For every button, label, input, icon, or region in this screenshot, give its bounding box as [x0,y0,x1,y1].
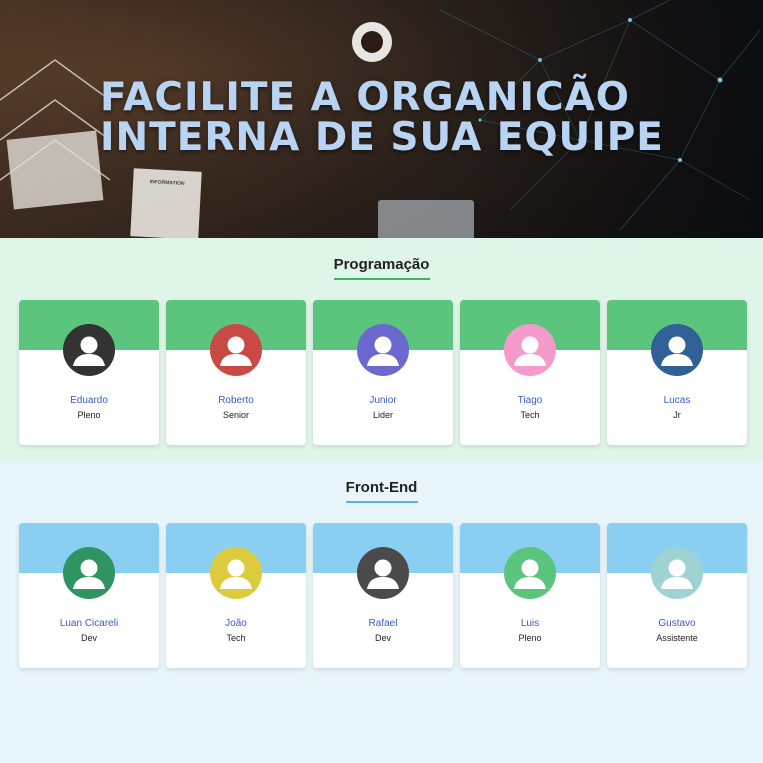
member-card[interactable]: Eduardo Pleno [19,300,159,445]
section-title: Front-End [345,479,418,496]
member-name[interactable]: Lucas [607,395,747,406]
user-avatar-icon [210,547,262,599]
member-card[interactable]: Gustavo Assistente [607,523,747,668]
member-name[interactable]: Junior [313,395,453,406]
user-avatar-icon [63,547,115,599]
member-name[interactable]: Luan Cicareli [19,618,159,629]
section-front-end: Front-End Luan Cicareli Dev João Tech Rafael… [0,461,763,763]
member-card[interactable]: Rafael Dev [313,523,453,668]
member-name[interactable]: Luis [460,618,600,629]
hero-title: FACILITE A ORGANICÃO INTERNA DE SUA EQUI… [100,78,664,158]
user-avatar-icon [357,324,409,376]
member-name[interactable]: Rafael [313,618,453,629]
chevron-arrows-graphic [0,59,110,181]
user-avatar-icon [210,324,262,376]
member-role: Assistente [656,633,698,643]
hero-banner: INFORMATION FACILITE A ORGANICÃO INTERNA… [0,0,763,238]
user-avatar-icon [651,547,703,599]
hero-title-line-2: INTERNA DE SUA EQUIPE [100,115,664,160]
member-cards: Luan Cicareli Dev João Tech Rafael Dev Luis Ple… [19,523,747,668]
member-role: Lider [372,410,393,420]
member-role: Pleno [77,410,101,420]
member-role: Senior [222,410,249,420]
member-card[interactable]: João Tech [166,523,306,668]
user-avatar-icon [504,324,556,376]
user-avatar-icon [504,547,556,599]
member-card[interactable]: Roberto Senior [166,300,306,445]
user-avatar-icon [63,324,115,376]
user-avatar-icon [357,547,409,599]
member-role: Tech [520,410,540,420]
member-name[interactable]: Roberto [166,395,306,406]
section-title: Programação [333,256,430,273]
member-card[interactable]: Luan Cicareli Dev [19,523,159,668]
information-paper-label: INFORMATION [149,179,185,187]
member-card[interactable]: Junior Lider [313,300,453,445]
member-card[interactable]: Tiago Tech [460,300,600,445]
member-name[interactable]: Gustavo [607,618,747,629]
member-role: Jr [673,410,681,420]
member-role: Tech [226,633,246,643]
information-paper: INFORMATION [130,168,202,238]
member-card[interactable]: Lucas Jr [607,300,747,445]
section-title-underline [333,278,430,280]
hero-title-line-1: FACILITE A ORGANICÃO [100,75,630,120]
member-role: Dev [374,633,391,643]
section-programacao: Programação Eduardo Pleno Roberto Senior Jun… [0,238,763,461]
user-avatar-icon [651,324,703,376]
member-name[interactable]: João [166,618,306,629]
member-role: Dev [80,633,97,643]
member-role: Pleno [518,633,542,643]
member-name[interactable]: Tiago [460,395,600,406]
member-cards: Eduardo Pleno Roberto Senior Junior Lider Tiag… [19,300,747,445]
section-title-underline [345,501,418,503]
member-name[interactable]: Eduardo [19,395,159,406]
coffee-cup [352,22,392,62]
member-card[interactable]: Luis Pleno [460,523,600,668]
